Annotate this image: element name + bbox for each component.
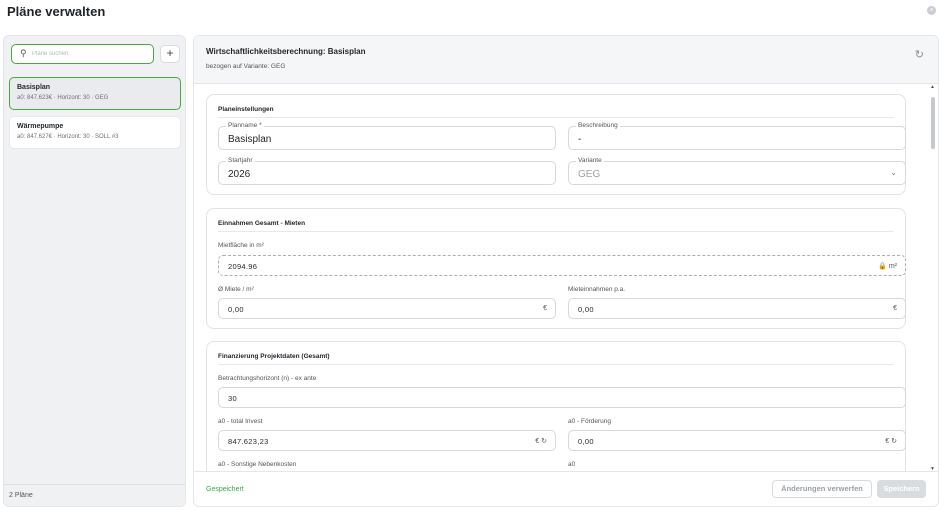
planname-value: Basisplan [228, 134, 272, 145]
euro-unit: € [543, 305, 547, 312]
euro-reset-icon[interactable]: € ↻ [885, 437, 897, 445]
planname-label: Planname * [226, 122, 264, 129]
plan-item-name: Basisplan [17, 84, 51, 91]
close-icon[interactable]: × [927, 6, 936, 15]
beschreibung-label: Beschreibung [576, 122, 620, 129]
variante-label: Variante [576, 157, 604, 164]
search-icon: ⚲ [20, 48, 27, 58]
a0-label: a0 [568, 461, 576, 468]
mietflaeche-label: Mietfläche in m² [218, 242, 264, 249]
plan-item-summary: a0: 847.623€ · Horizont: 30 · GEG [17, 95, 109, 101]
section-title: Einnahmen Gesamt - Mieten [218, 220, 306, 227]
plan-item-name: Wärmepumpe [17, 123, 64, 130]
scroll-up-icon[interactable]: ▲ [930, 84, 935, 90]
search-input[interactable] [32, 48, 147, 60]
section-einnahmen: Einnahmen Gesamt - Mieten Mietfläche in … [206, 208, 906, 329]
add-plan-button[interactable]: + [160, 45, 180, 63]
invest-value: 847.623,23 [228, 437, 269, 446]
miete-input[interactable]: 0,00 € [218, 298, 556, 319]
editor-subtitle: bezogen auf Variante: GEG [206, 63, 286, 70]
startjahr-label: Startjahr [226, 157, 255, 164]
editor-scroll-area: Planeinstellungen Planname * Basisplan B… [194, 84, 929, 472]
mietflaeche-value: 2094.96 [228, 262, 258, 271]
plan-item-summary: a0: 847.627€ · Horizont: 30 · SOLL #3 [17, 134, 119, 140]
euro-unit: € [893, 305, 897, 312]
save-status: Gespeichert [206, 486, 244, 493]
miete-value: 0,00 [228, 305, 244, 314]
invest-label: a0 - total Invest [218, 418, 263, 425]
editor-footer: Gespeichert Änderungen verwerfen Speiche… [194, 471, 938, 506]
discard-changes-button[interactable]: Änderungen verwerfen [772, 480, 872, 498]
editor-title: Wirtschaftlichkeitsberechnung: Basisplan [206, 47, 366, 56]
plan-item-waermepumpe[interactable]: Wärmepumpe a0: 847.627€ · Horizont: 30 ·… [9, 116, 181, 149]
foerderung-value: 0,00 [578, 437, 594, 446]
euro-reset-icon[interactable]: € ↻ [535, 437, 547, 445]
invest-input[interactable]: 847.623,23 € ↻ [218, 430, 556, 451]
plans-sidebar: ⚲ + Basisplan a0: 847.623€ · Horizont: 3… [3, 35, 186, 507]
plan-count: 2 Pläne [4, 484, 185, 506]
section-divider [218, 364, 894, 365]
startjahr-field[interactable]: Startjahr 2026 [218, 157, 556, 185]
lock-icon: 🔒 m² [878, 263, 897, 270]
scrollbar[interactable]: ▲ ▼ [929, 84, 936, 472]
save-button[interactable]: Speichern [877, 480, 926, 498]
chevron-down-icon: ⌄ [890, 168, 897, 177]
horizont-label: Betrachtungshorizont (n) - ex ante [218, 375, 317, 382]
foerderung-label: a0 - Förderung [568, 418, 611, 425]
search-field[interactable]: ⚲ [11, 44, 154, 64]
foerderung-input[interactable]: 0,00 € ↻ [568, 430, 906, 451]
nebenkosten-label: a0 - Sonstige Nebenkosten [218, 461, 297, 468]
plan-item-basisplan[interactable]: Basisplan a0: 847.623€ · Horizont: 30 · … [9, 77, 181, 110]
miete-label: Ø Miete / m² [218, 286, 254, 293]
planname-field[interactable]: Planname * Basisplan [218, 122, 556, 150]
section-divider [218, 117, 894, 118]
dialog-title: Pläne verwalten [7, 4, 106, 19]
mietflaeche-field: 2094.96 🔒 m² [218, 255, 906, 276]
section-title: Planeinstellungen [218, 106, 274, 113]
section-planeinstellungen: Planeinstellungen Planname * Basisplan B… [206, 94, 906, 195]
section-divider [218, 231, 894, 232]
plan-editor: Wirtschaftlichkeitsberechnung: Basisplan… [193, 35, 939, 507]
horizont-value: 30 [228, 394, 237, 403]
variante-value: GEG [578, 169, 601, 180]
mieteinnahmen-value: 0,00 [578, 305, 594, 314]
horizont-input[interactable]: 30 [218, 387, 906, 408]
section-finanzierung: Finanzierung Projektdaten (Gesamt) Betra… [206, 341, 906, 472]
beschreibung-field[interactable]: Beschreibung - [568, 122, 906, 150]
mieteinnahmen-label: Mieteinnahmen p.a. [568, 286, 626, 293]
mieteinnahmen-input[interactable]: 0,00 € [568, 298, 906, 319]
startjahr-value: 2026 [228, 169, 251, 180]
editor-header: Wirtschaftlichkeitsberechnung: Basisplan… [194, 36, 938, 84]
beschreibung-value: - [578, 134, 582, 145]
reset-icon[interactable]: ↻ [915, 48, 924, 61]
variante-select[interactable]: Variante GEG ⌄ [568, 157, 906, 185]
scrollbar-thumb[interactable] [931, 97, 935, 149]
section-title: Finanzierung Projektdaten (Gesamt) [218, 353, 330, 360]
